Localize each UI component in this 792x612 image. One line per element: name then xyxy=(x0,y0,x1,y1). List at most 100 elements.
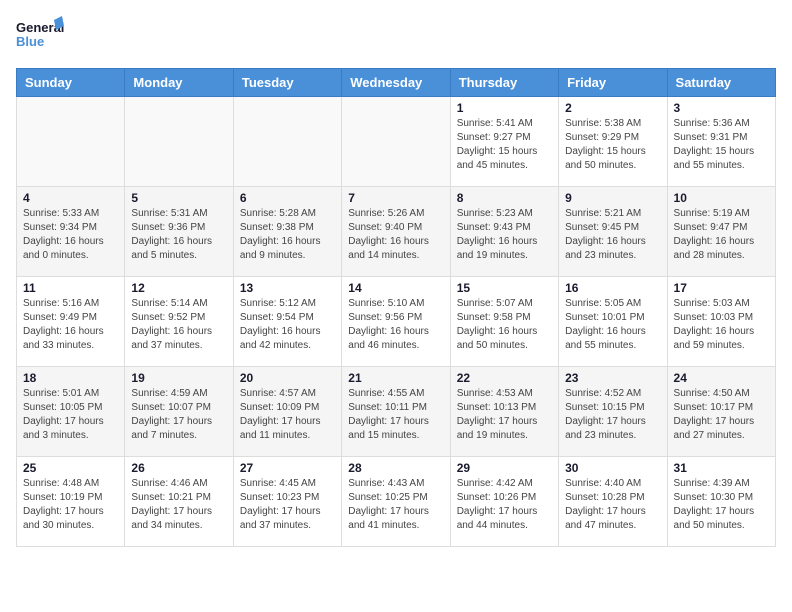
day-number: 8 xyxy=(457,191,552,205)
day-number: 17 xyxy=(674,281,769,295)
day-number: 7 xyxy=(348,191,443,205)
day-info: Sunrise: 4:43 AM Sunset: 10:25 PM Daylig… xyxy=(348,477,443,533)
weekday-header-row: SundayMondayTuesdayWednesdayThursdayFrid… xyxy=(17,69,776,97)
day-info: Sunrise: 5:21 AM Sunset: 9:45 PM Dayligh… xyxy=(565,207,660,263)
day-info: Sunrise: 5:23 AM Sunset: 9:43 PM Dayligh… xyxy=(457,207,552,263)
weekday-header: Sunday xyxy=(17,69,125,97)
calendar-cell: 4 Sunrise: 5:33 AM Sunset: 9:34 PM Daylig… xyxy=(17,187,125,277)
calendar-cell xyxy=(233,97,341,187)
day-info: Sunrise: 5:12 AM Sunset: 9:54 PM Dayligh… xyxy=(240,297,335,353)
day-info: Sunrise: 5:26 AM Sunset: 9:40 PM Dayligh… xyxy=(348,207,443,263)
calendar-week-row: 4 Sunrise: 5:33 AM Sunset: 9:34 PM Daylig… xyxy=(17,187,776,277)
calendar-cell: 21 Sunrise: 4:55 AM Sunset: 10:11 PM Dayl… xyxy=(342,367,450,457)
day-number: 21 xyxy=(348,371,443,385)
day-number: 4 xyxy=(23,191,118,205)
calendar-cell xyxy=(17,97,125,187)
calendar-cell: 14Sunrise: 5:10 AM Sunset: 9:56 PM Dayli… xyxy=(342,277,450,367)
page-header: General Blue xyxy=(16,16,776,60)
day-number: 11 xyxy=(23,281,118,295)
calendar-cell: 28 Sunrise: 4:43 AM Sunset: 10:25 PM Dayl… xyxy=(342,457,450,547)
day-number: 19 xyxy=(131,371,226,385)
weekday-header: Tuesday xyxy=(233,69,341,97)
calendar-cell: 13Sunrise: 5:12 AM Sunset: 9:54 PM Dayli… xyxy=(233,277,341,367)
day-number: 16 xyxy=(565,281,660,295)
day-number: 20 xyxy=(240,371,335,385)
logo-svg: General Blue xyxy=(16,16,66,60)
day-number: 18 xyxy=(23,371,118,385)
day-number: 2 xyxy=(565,101,660,115)
calendar-cell: 2 Sunrise: 5:38 AM Sunset: 9:29 PM Daylig… xyxy=(559,97,667,187)
calendar-cell: 31 Sunrise: 4:39 AM Sunset: 10:30 PM Dayl… xyxy=(667,457,775,547)
calendar-cell: 24 Sunrise: 4:50 AM Sunset: 10:17 PM Dayl… xyxy=(667,367,775,457)
weekday-header: Monday xyxy=(125,69,233,97)
day-number: 15 xyxy=(457,281,552,295)
day-info: Sunrise: 5:07 AM Sunset: 9:58 PM Dayligh… xyxy=(457,297,552,353)
day-number: 29 xyxy=(457,461,552,475)
day-number: 31 xyxy=(674,461,769,475)
day-info: Sunrise: 4:59 AM Sunset: 10:07 PM Daylig… xyxy=(131,387,226,443)
calendar-cell xyxy=(342,97,450,187)
day-info: Sunrise: 5:31 AM Sunset: 9:36 PM Dayligh… xyxy=(131,207,226,263)
weekday-header: Wednesday xyxy=(342,69,450,97)
calendar-cell: 1Sunrise: 5:41 AM Sunset: 9:27 PM Daylig… xyxy=(450,97,558,187)
weekday-header: Friday xyxy=(559,69,667,97)
calendar-cell: 6 Sunrise: 5:28 AM Sunset: 9:38 PM Daylig… xyxy=(233,187,341,277)
day-number: 6 xyxy=(240,191,335,205)
day-number: 1 xyxy=(457,101,552,115)
calendar-cell: 9 Sunrise: 5:21 AM Sunset: 9:45 PM Daylig… xyxy=(559,187,667,277)
day-info: Sunrise: 4:39 AM Sunset: 10:30 PM Daylig… xyxy=(674,477,769,533)
calendar-cell: 27Sunrise: 4:45 AM Sunset: 10:23 PM Dayl… xyxy=(233,457,341,547)
calendar-cell: 16 Sunrise: 5:05 AM Sunset: 10:01 PM Dayl… xyxy=(559,277,667,367)
day-number: 14 xyxy=(348,281,443,295)
day-info: Sunrise: 5:19 AM Sunset: 9:47 PM Dayligh… xyxy=(674,207,769,263)
day-number: 24 xyxy=(674,371,769,385)
day-info: Sunrise: 5:38 AM Sunset: 9:29 PM Dayligh… xyxy=(565,117,660,173)
calendar-body: 1Sunrise: 5:41 AM Sunset: 9:27 PM Daylig… xyxy=(17,97,776,547)
day-number: 28 xyxy=(348,461,443,475)
calendar-cell: 20 Sunrise: 4:57 AM Sunset: 10:09 PM Dayl… xyxy=(233,367,341,457)
day-info: Sunrise: 5:33 AM Sunset: 9:34 PM Dayligh… xyxy=(23,207,118,263)
day-info: Sunrise: 5:36 AM Sunset: 9:31 PM Dayligh… xyxy=(674,117,769,173)
calendar-week-row: 1Sunrise: 5:41 AM Sunset: 9:27 PM Daylig… xyxy=(17,97,776,187)
calendar-week-row: 11Sunrise: 5:16 AM Sunset: 9:49 PM Dayli… xyxy=(17,277,776,367)
calendar-cell: 8 Sunrise: 5:23 AM Sunset: 9:43 PM Daylig… xyxy=(450,187,558,277)
day-number: 9 xyxy=(565,191,660,205)
day-info: Sunrise: 4:53 AM Sunset: 10:13 PM Daylig… xyxy=(457,387,552,443)
calendar-cell: 11Sunrise: 5:16 AM Sunset: 9:49 PM Dayli… xyxy=(17,277,125,367)
calendar-week-row: 25 Sunrise: 4:48 AM Sunset: 10:19 PM Dayl… xyxy=(17,457,776,547)
calendar-cell: 7 Sunrise: 5:26 AM Sunset: 9:40 PM Daylig… xyxy=(342,187,450,277)
calendar-cell xyxy=(125,97,233,187)
day-info: Sunrise: 5:01 AM Sunset: 10:05 PM Daylig… xyxy=(23,387,118,443)
day-info: Sunrise: 5:05 AM Sunset: 10:01 PM Daylig… xyxy=(565,297,660,353)
calendar-cell: 25 Sunrise: 4:48 AM Sunset: 10:19 PM Dayl… xyxy=(17,457,125,547)
day-info: Sunrise: 5:03 AM Sunset: 10:03 PM Daylig… xyxy=(674,297,769,353)
day-info: Sunrise: 4:48 AM Sunset: 10:19 PM Daylig… xyxy=(23,477,118,533)
day-info: Sunrise: 4:50 AM Sunset: 10:17 PM Daylig… xyxy=(674,387,769,443)
day-info: Sunrise: 4:57 AM Sunset: 10:09 PM Daylig… xyxy=(240,387,335,443)
calendar-cell: 19 Sunrise: 4:59 AM Sunset: 10:07 PM Dayl… xyxy=(125,367,233,457)
calendar-cell: 18 Sunrise: 5:01 AM Sunset: 10:05 PM Dayl… xyxy=(17,367,125,457)
calendar-cell: 5 Sunrise: 5:31 AM Sunset: 9:36 PM Daylig… xyxy=(125,187,233,277)
calendar-cell: 26Sunrise: 4:46 AM Sunset: 10:21 PM Dayl… xyxy=(125,457,233,547)
calendar-week-row: 18 Sunrise: 5:01 AM Sunset: 10:05 PM Dayl… xyxy=(17,367,776,457)
day-number: 23 xyxy=(565,371,660,385)
day-info: Sunrise: 5:14 AM Sunset: 9:52 PM Dayligh… xyxy=(131,297,226,353)
day-number: 3 xyxy=(674,101,769,115)
day-info: Sunrise: 4:40 AM Sunset: 10:28 PM Daylig… xyxy=(565,477,660,533)
logo: General Blue xyxy=(16,16,66,60)
day-number: 10 xyxy=(674,191,769,205)
calendar-cell: 23 Sunrise: 4:52 AM Sunset: 10:15 PM Dayl… xyxy=(559,367,667,457)
day-info: Sunrise: 5:28 AM Sunset: 9:38 PM Dayligh… xyxy=(240,207,335,263)
calendar-cell: 29Sunrise: 4:42 AM Sunset: 10:26 PM Dayl… xyxy=(450,457,558,547)
calendar-cell: 3 Sunrise: 5:36 AM Sunset: 9:31 PM Daylig… xyxy=(667,97,775,187)
day-number: 12 xyxy=(131,281,226,295)
calendar-cell: 15 Sunrise: 5:07 AM Sunset: 9:58 PM Dayli… xyxy=(450,277,558,367)
svg-text:Blue: Blue xyxy=(16,34,44,49)
calendar-table: SundayMondayTuesdayWednesdayThursdayFrid… xyxy=(16,68,776,547)
day-info: Sunrise: 4:52 AM Sunset: 10:15 PM Daylig… xyxy=(565,387,660,443)
day-number: 5 xyxy=(131,191,226,205)
day-number: 25 xyxy=(23,461,118,475)
calendar-cell: 17 Sunrise: 5:03 AM Sunset: 10:03 PM Dayl… xyxy=(667,277,775,367)
day-info: Sunrise: 4:55 AM Sunset: 10:11 PM Daylig… xyxy=(348,387,443,443)
calendar-cell: 30Sunrise: 4:40 AM Sunset: 10:28 PM Dayl… xyxy=(559,457,667,547)
